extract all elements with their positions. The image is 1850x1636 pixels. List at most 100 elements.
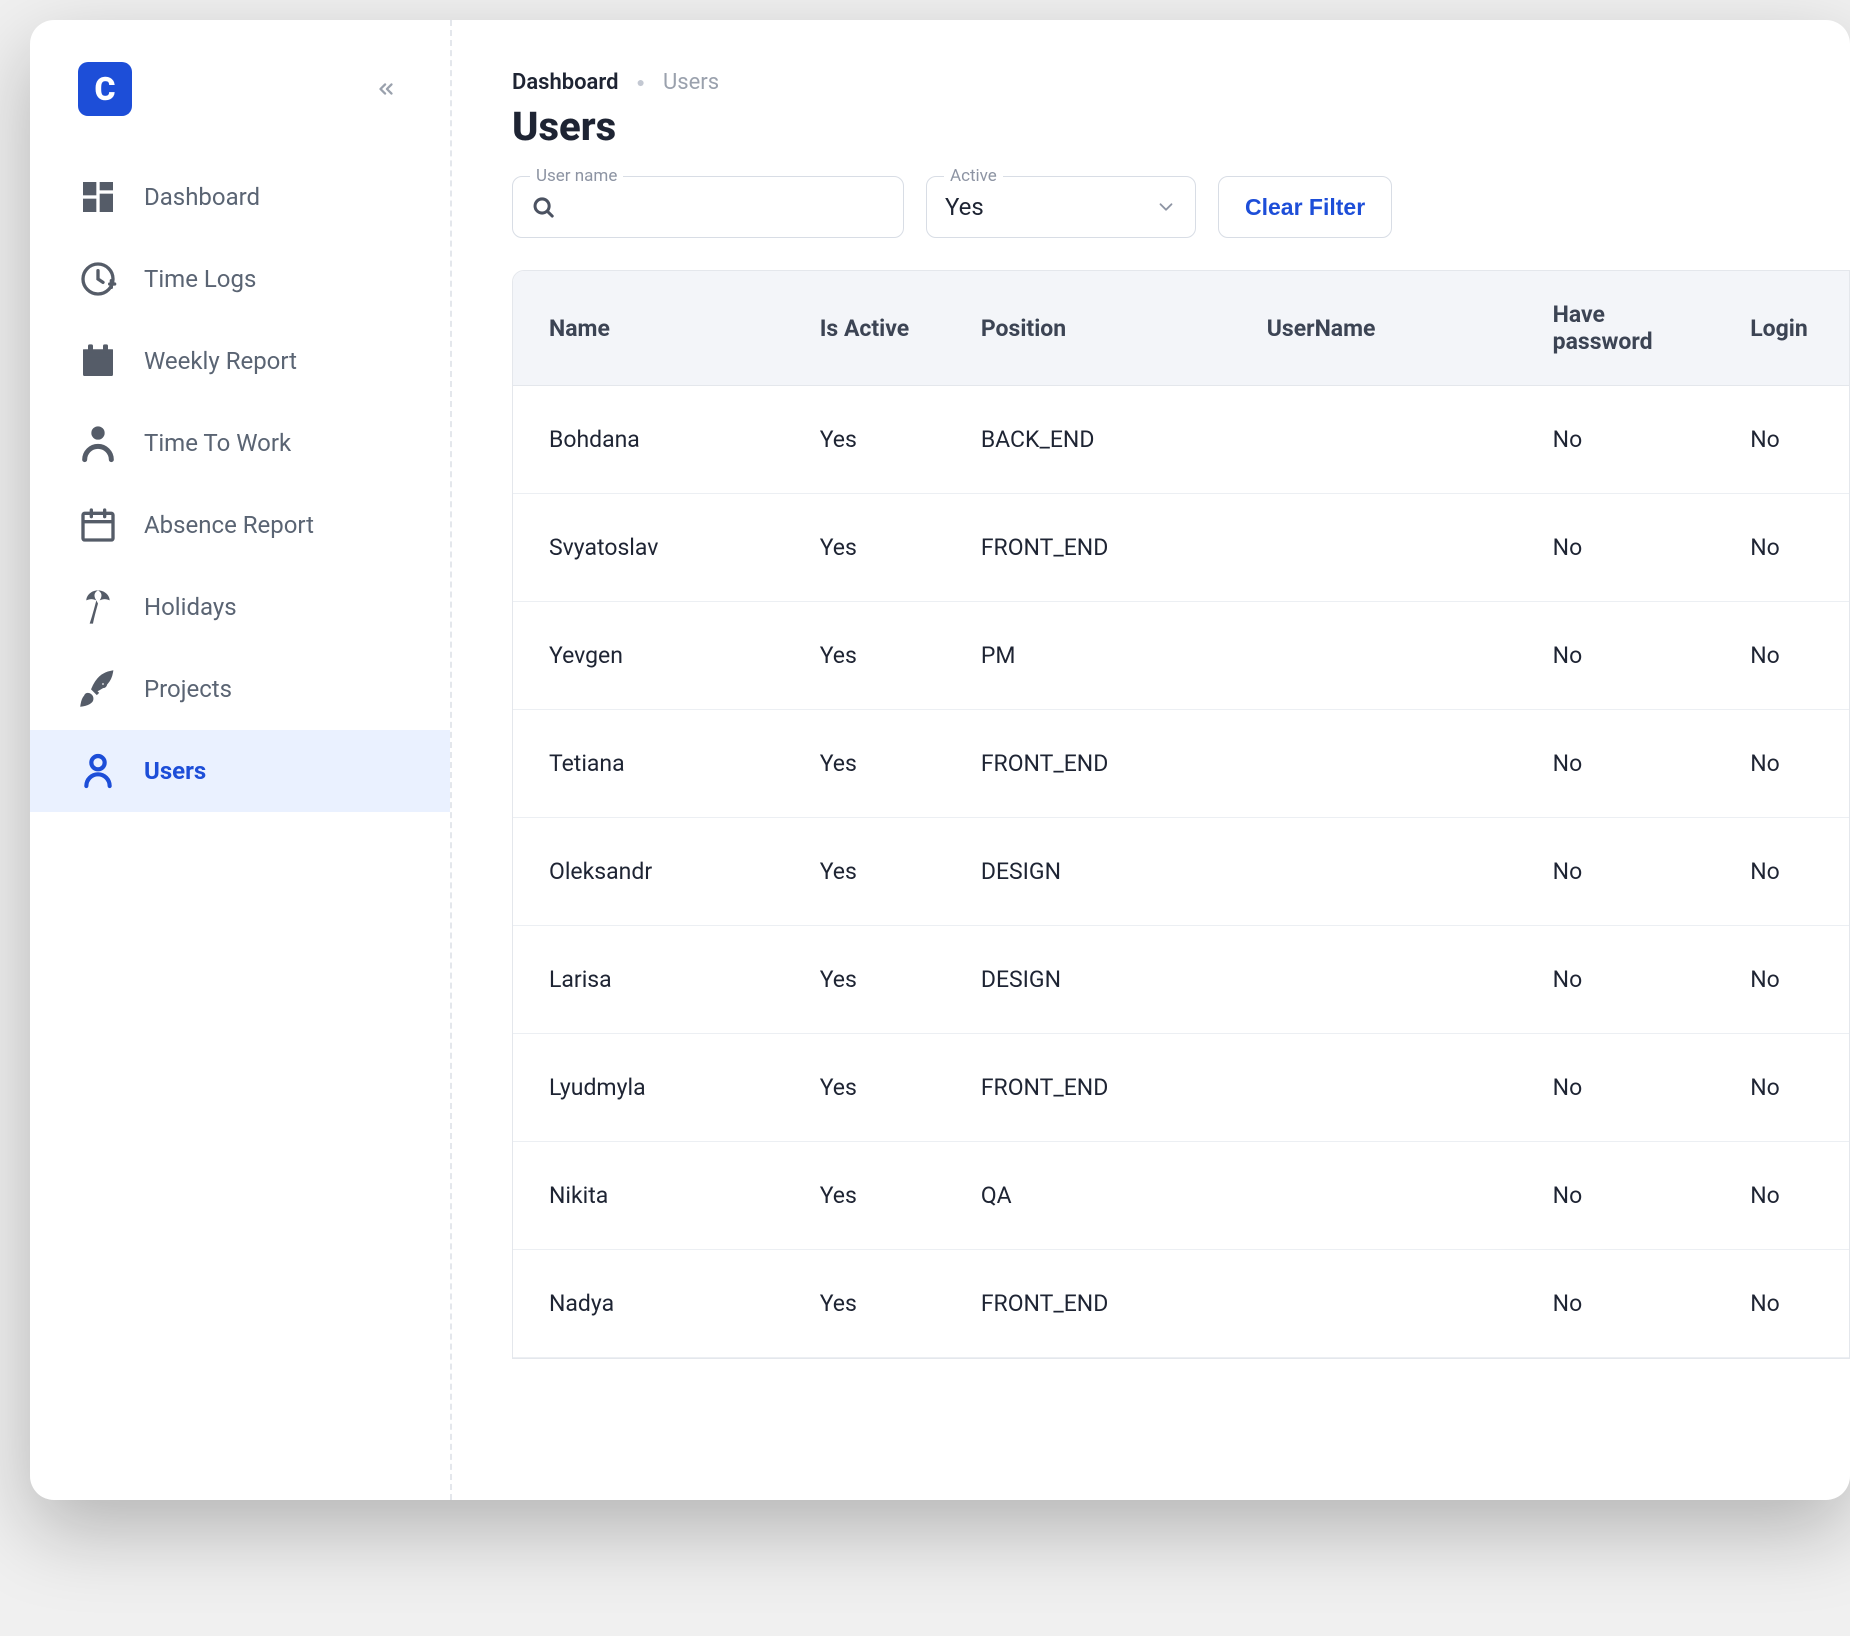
table-cell: No: [1724, 602, 1849, 710]
table-cell: Yes: [794, 926, 955, 1034]
sidebar-item-label: Dashboard: [144, 183, 260, 211]
app-logo: C: [78, 62, 132, 116]
column-header[interactable]: Name: [513, 271, 794, 386]
filters: User name Active Yes Clear Filter: [512, 176, 1850, 238]
table-cell: Lyudmyla: [513, 1034, 794, 1142]
table-cell: Nikita: [513, 1142, 794, 1250]
sidebar-item-label: Absence Report: [144, 511, 314, 539]
table-cell: No: [1724, 818, 1849, 926]
breadcrumb-separator: ●: [636, 74, 644, 91]
sidebar-item-label: Time To Work: [144, 429, 291, 457]
table-cell: [1241, 710, 1527, 818]
table-row[interactable]: SvyatoslavYesFRONT_ENDNoNo: [513, 494, 1849, 602]
table-cell: FRONT_END: [955, 1250, 1241, 1358]
search-icon: [531, 194, 555, 220]
table-cell: Oleksandr: [513, 818, 794, 926]
table-row[interactable]: YevgenYesPMNoNo: [513, 602, 1849, 710]
table-cell: QA: [955, 1142, 1241, 1250]
table-cell: No: [1527, 926, 1725, 1034]
table-cell: DESIGN: [955, 926, 1241, 1034]
table-row[interactable]: TetianaYesFRONT_END NoNo: [513, 710, 1849, 818]
table-row[interactable]: LarisaYesDESIGNNoNo: [513, 926, 1849, 1034]
breadcrumb-root[interactable]: Dashboard: [512, 70, 618, 95]
timelogs-icon: [78, 259, 118, 299]
table-cell: FRONT_END: [955, 710, 1241, 818]
username-filter-input[interactable]: [555, 194, 885, 220]
table-cell: No: [1724, 494, 1849, 602]
breadcrumb-current: Users: [663, 70, 719, 95]
sidebar-item-timelogs[interactable]: Time Logs: [30, 238, 450, 320]
chevron-double-left-icon: [375, 78, 397, 100]
column-header[interactable]: Position: [955, 271, 1241, 386]
sidebar-item-absencereport[interactable]: Absence Report: [30, 484, 450, 566]
holidays-icon: [78, 587, 118, 627]
table-cell: [1241, 602, 1527, 710]
table-cell: Tetiana: [513, 710, 794, 818]
sidebar-item-label: Projects: [144, 675, 232, 703]
page-title: Users: [512, 103, 1850, 150]
table-cell: Yes: [794, 386, 955, 494]
sidebar-item-users[interactable]: Users: [30, 730, 450, 812]
table-row[interactable]: NadyaYesFRONT_END NoNo: [513, 1250, 1849, 1358]
table-cell: Yes: [794, 1250, 955, 1358]
table-cell: No: [1527, 1142, 1725, 1250]
sidebar-item-weeklyreport[interactable]: Weekly Report: [30, 320, 450, 402]
table-cell: [1241, 926, 1527, 1034]
sidebar-item-projects[interactable]: Projects: [30, 648, 450, 730]
table-cell: Yes: [794, 602, 955, 710]
table-cell: No: [1527, 710, 1725, 818]
table-row[interactable]: LyudmylaYesFRONT_ENDNoNo: [513, 1034, 1849, 1142]
table-cell: Bohdana: [513, 386, 794, 494]
column-header[interactable]: Is Active: [794, 271, 955, 386]
active-filter-value: Yes: [945, 193, 984, 221]
sidebar-item-holidays[interactable]: Holidays: [30, 566, 450, 648]
table-cell: BACK_END: [955, 386, 1241, 494]
column-header[interactable]: Login: [1724, 271, 1849, 386]
table-cell: Nadya: [513, 1250, 794, 1358]
sidebar-item-label: Time Logs: [144, 265, 256, 293]
sidebar-item-label: Users: [144, 757, 206, 785]
table-cell: No: [1724, 1250, 1849, 1358]
table-cell: No: [1527, 386, 1725, 494]
table-cell: No: [1527, 602, 1725, 710]
username-filter-label: User name: [530, 166, 623, 186]
table-cell: No: [1724, 926, 1849, 1034]
table-cell: [1241, 1034, 1527, 1142]
column-header[interactable]: UserName: [1241, 271, 1527, 386]
table-cell: [1241, 1142, 1527, 1250]
sidebar-item-timetowork[interactable]: Time To Work: [30, 402, 450, 484]
table-row[interactable]: OleksandrYesDESIGNNoNo: [513, 818, 1849, 926]
table-cell: No: [1527, 494, 1725, 602]
collapse-sidebar-button[interactable]: [370, 73, 402, 105]
users-table: NameIs ActivePositionUserNameHave passwo…: [513, 271, 1849, 1358]
table-cell: Yes: [794, 1142, 955, 1250]
sidebar-item-label: Holidays: [144, 593, 237, 621]
clear-filter-button[interactable]: Clear Filter: [1218, 176, 1392, 238]
table-cell: FRONT_END: [955, 1034, 1241, 1142]
table-cell: DESIGN: [955, 818, 1241, 926]
users-table-wrap: NameIs ActivePositionUserNameHave passwo…: [512, 270, 1850, 1359]
table-cell: Yevgen: [513, 602, 794, 710]
table-cell: No: [1724, 1142, 1849, 1250]
table-cell: Yes: [794, 494, 955, 602]
sidebar: C Dashboard Time Logs Weekly Report Time To…: [30, 20, 452, 1500]
absencereport-icon: [78, 505, 118, 545]
table-cell: [1241, 818, 1527, 926]
column-header[interactable]: Have password: [1527, 271, 1725, 386]
table-row[interactable]: BohdanaYesBACK_ENDNoNo: [513, 386, 1849, 494]
table-cell: FRONT_END: [955, 494, 1241, 602]
table-cell: [1241, 494, 1527, 602]
table-cell: Yes: [794, 818, 955, 926]
app-frame: C Dashboard Time Logs Weekly Report Time To…: [30, 20, 1850, 1500]
table-row[interactable]: NikitaYesQA NoNo: [513, 1142, 1849, 1250]
table-cell: [1241, 1250, 1527, 1358]
table-cell: No: [1527, 1250, 1725, 1358]
table-cell: No: [1724, 1034, 1849, 1142]
table-cell: Yes: [794, 710, 955, 818]
timetowork-icon: [78, 423, 118, 463]
sidebar-item-dashboard[interactable]: Dashboard: [30, 156, 450, 238]
table-cell: No: [1724, 710, 1849, 818]
main-content: Dashboard ● Users Users User name Active…: [452, 20, 1850, 1500]
weeklyreport-icon: [78, 341, 118, 381]
projects-icon: [78, 669, 118, 709]
